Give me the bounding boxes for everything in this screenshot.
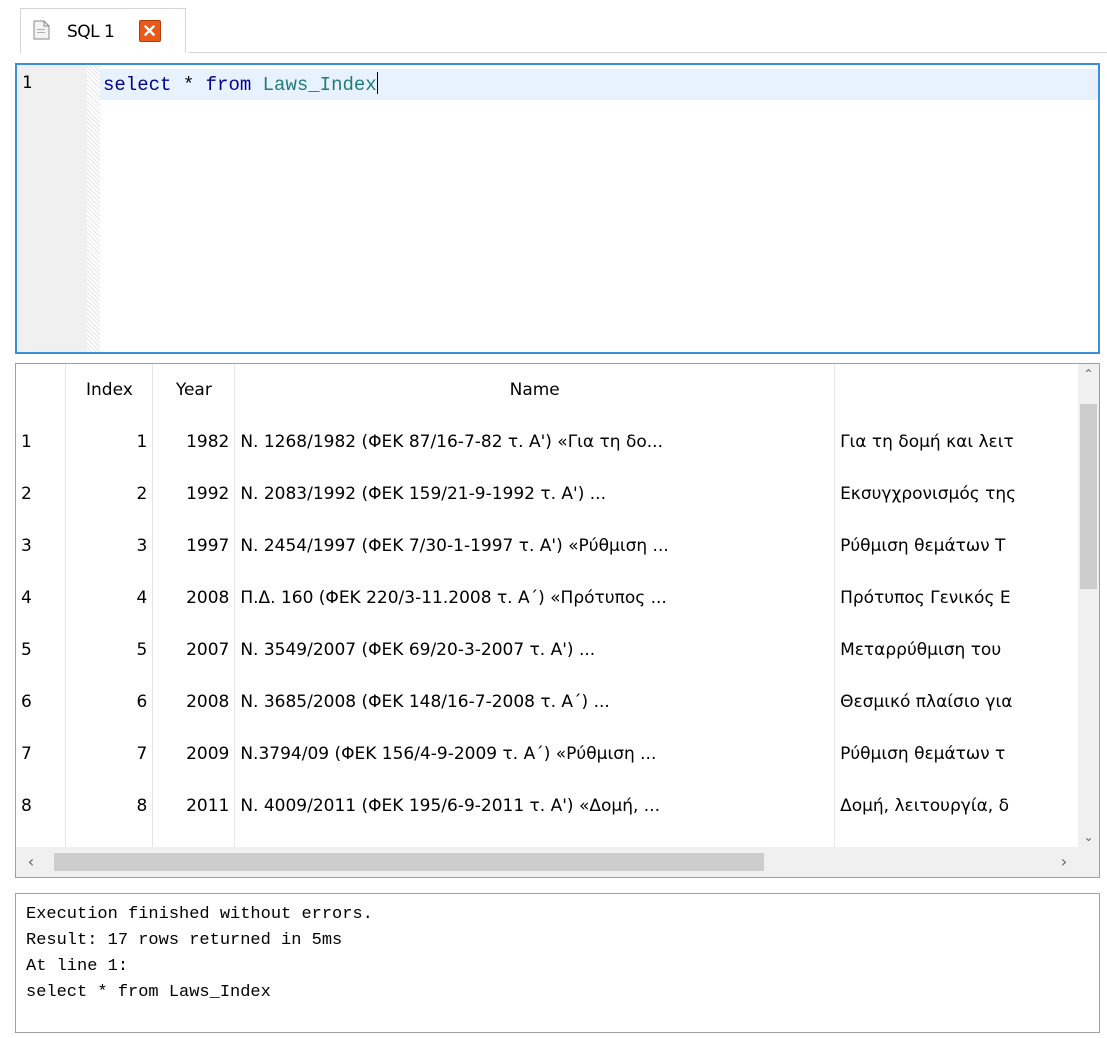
index-cell[interactable]: 3 — [65, 520, 154, 572]
table-row[interactable]: 6 6 2008 Ν. 3685/2008 (ΦΕΚ 148/16-7-2008 τ.… — [16, 676, 1079, 728]
results-table: Index Year Name 1 1 1982 Ν. 1268/1982 (ΦΕΚ … — [16, 364, 1079, 847]
name-cell[interactable]: Ν. 2454/1997 (ΦΕΚ 7/30-1-1997 τ. Α') «Ρύ… — [234, 520, 836, 572]
table-row[interactable]: 3 3 1997 Ν. 2454/1997 (ΦΕΚ 7/30-1-1997 τ. Α… — [16, 520, 1079, 572]
description-cell[interactable]: Για τη δομή και λειτ — [834, 416, 1079, 468]
row-number-header[interactable] — [16, 364, 67, 416]
fold-margin — [87, 65, 100, 352]
line-number: 1 — [22, 73, 33, 93]
name-cell[interactable]: Ν. 3549/2007 (ΦΕΚ 69/20-3-2007 τ. Α') ..… — [234, 624, 836, 676]
scroll-up-icon[interactable]: ⌃ — [1078, 364, 1099, 384]
horizontal-scroll-thumb[interactable] — [54, 853, 764, 871]
row-number-cell[interactable]: 4 — [16, 572, 67, 624]
column-header-description[interactable] — [834, 364, 1079, 416]
results-grid[interactable]: Index Year Name 1 1 1982 Ν. 1268/1982 (ΦΕΚ … — [15, 363, 1100, 878]
year-cell[interactable]: 2011 — [152, 780, 236, 832]
message-log[interactable]: Execution finished without errors. Result… — [15, 893, 1100, 1033]
table-name: Laws_Index — [262, 74, 377, 96]
index-cell[interactable]: 7 — [65, 728, 154, 780]
empty-cell[interactable] — [834, 832, 1079, 847]
close-icon[interactable] — [139, 20, 161, 42]
name-cell[interactable]: Ν.3794/09 (ΦΕΚ 156/4-9-2009 τ. Α΄) «Ρύθμ… — [234, 728, 836, 780]
index-cell[interactable]: 8 — [65, 780, 154, 832]
table-row[interactable]: 1 1 1982 Ν. 1268/1982 (ΦΕΚ 87/16-7-82 τ. Α'… — [16, 416, 1079, 468]
column-header-year[interactable]: Year — [152, 364, 236, 416]
name-cell[interactable]: Ν. 4009/2011 (ΦΕΚ 195/6-9-2011 τ. Α') «Δ… — [234, 780, 836, 832]
tab-bar-divider — [188, 52, 1107, 53]
row-number-cell[interactable]: 6 — [16, 676, 67, 728]
index-cell[interactable]: 6 — [65, 676, 154, 728]
keyword-select: select — [103, 74, 172, 96]
description-cell[interactable]: Ρύθμιση θεμάτων Τ — [834, 520, 1079, 572]
name-cell[interactable]: Π.Δ. 160 (ΦΕΚ 220/3-11.2008 τ. Α΄) «Πρότ… — [234, 572, 836, 624]
table-row[interactable] — [16, 832, 1079, 847]
document-icon — [33, 20, 50, 40]
index-cell[interactable]: 5 — [65, 624, 154, 676]
index-cell[interactable]: 2 — [65, 468, 154, 520]
description-cell[interactable]: Μεταρρύθμιση του — [834, 624, 1079, 676]
keyword-from: from — [205, 74, 252, 96]
row-number-cell[interactable]: 1 — [16, 416, 67, 468]
year-cell[interactable]: 2007 — [152, 624, 236, 676]
year-cell[interactable]: 1992 — [152, 468, 236, 520]
column-header-name[interactable]: Name — [234, 364, 836, 416]
description-cell[interactable]: Ρύθμιση θεμάτων τ — [834, 728, 1079, 780]
year-cell[interactable]: 2008 — [152, 676, 236, 728]
scroll-right-icon[interactable]: › — [1049, 847, 1079, 877]
index-cell[interactable]: 1 — [65, 416, 154, 468]
name-cell[interactable]: Ν. 1268/1982 (ΦΕΚ 87/16-7-82 τ. Α') «Για… — [234, 416, 836, 468]
row-number-cell[interactable]: 5 — [16, 624, 67, 676]
vertical-scrollbar[interactable]: ⌃ ⌄ — [1078, 364, 1099, 847]
scroll-left-icon[interactable]: ‹ — [16, 847, 46, 877]
description-cell[interactable]: Εκσυγχρονισμός της — [834, 468, 1079, 520]
log-line: Result: 17 rows returned in 5ms — [26, 931, 343, 950]
year-cell[interactable]: 2008 — [152, 572, 236, 624]
text-caret — [376, 72, 378, 94]
empty-cell[interactable] — [234, 832, 836, 847]
description-cell[interactable]: Θεσμικό πλαίσιο για — [834, 676, 1079, 728]
sql-editor[interactable]: 1 select * from Laws_Index — [15, 63, 1100, 354]
table-row[interactable]: 7 7 2009 Ν.3794/09 (ΦΕΚ 156/4-9-2009 τ. Α΄)… — [16, 728, 1079, 780]
table-row[interactable]: 2 2 1992 Ν. 2083/1992 (ΦΕΚ 159/21-9-1992 τ.… — [16, 468, 1079, 520]
empty-cell[interactable] — [152, 832, 236, 847]
description-cell[interactable]: Δομή, λειτουργία, δ — [834, 780, 1079, 832]
log-line: At line 1: — [26, 957, 129, 976]
horizontal-scrollbar[interactable]: ‹ › — [16, 847, 1079, 877]
empty-cell[interactable] — [16, 832, 67, 847]
column-header-index[interactable]: Index — [65, 364, 154, 416]
year-cell[interactable]: 1997 — [152, 520, 236, 572]
row-number-cell[interactable]: 7 — [16, 728, 67, 780]
header-row: Index Year Name — [16, 364, 1079, 416]
vertical-scroll-thumb[interactable] — [1080, 404, 1097, 589]
tab-sql-1[interactable]: SQL 1 — [20, 8, 186, 53]
line-number-gutter: 1 — [17, 65, 87, 352]
empty-cell[interactable] — [65, 832, 154, 847]
year-cell[interactable]: 1982 — [152, 416, 236, 468]
table-row[interactable]: 4 4 2008 Π.Δ. 160 (ΦΕΚ 220/3-11.2008 τ. Α΄)… — [16, 572, 1079, 624]
scroll-down-icon[interactable]: ⌄ — [1078, 827, 1099, 847]
tab-bar: SQL 1 — [0, 0, 1107, 54]
row-number-cell[interactable]: 8 — [16, 780, 67, 832]
row-number-cell[interactable]: 2 — [16, 468, 67, 520]
table-row[interactable]: 8 8 2011 Ν. 4009/2011 (ΦΕΚ 195/6-9-2011 τ. … — [16, 780, 1079, 832]
name-cell[interactable]: Ν. 2083/1992 (ΦΕΚ 159/21-9-1992 τ. Α') .… — [234, 468, 836, 520]
row-number-cell[interactable]: 3 — [16, 520, 67, 572]
scrollbar-corner — [1078, 847, 1099, 877]
name-cell[interactable]: Ν. 3685/2008 (ΦΕΚ 148/16-7-2008 τ. Α΄) .… — [234, 676, 836, 728]
description-cell[interactable]: Πρότυπος Γενικός Ε — [834, 572, 1079, 624]
code-line[interactable]: select * from Laws_Index — [103, 72, 378, 96]
year-cell[interactable]: 2009 — [152, 728, 236, 780]
log-line: select * from Laws_Index — [26, 983, 271, 1002]
results-grid-viewport: Index Year Name 1 1 1982 Ν. 1268/1982 (ΦΕΚ … — [16, 364, 1079, 847]
table-row[interactable]: 5 5 2007 Ν. 3549/2007 (ΦΕΚ 69/20-3-2007 τ. … — [16, 624, 1079, 676]
log-line: Execution finished without errors. — [26, 905, 373, 924]
tab-label: SQL 1 — [67, 22, 115, 42]
index-cell[interactable]: 4 — [65, 572, 154, 624]
code-star: * — [171, 74, 206, 96]
